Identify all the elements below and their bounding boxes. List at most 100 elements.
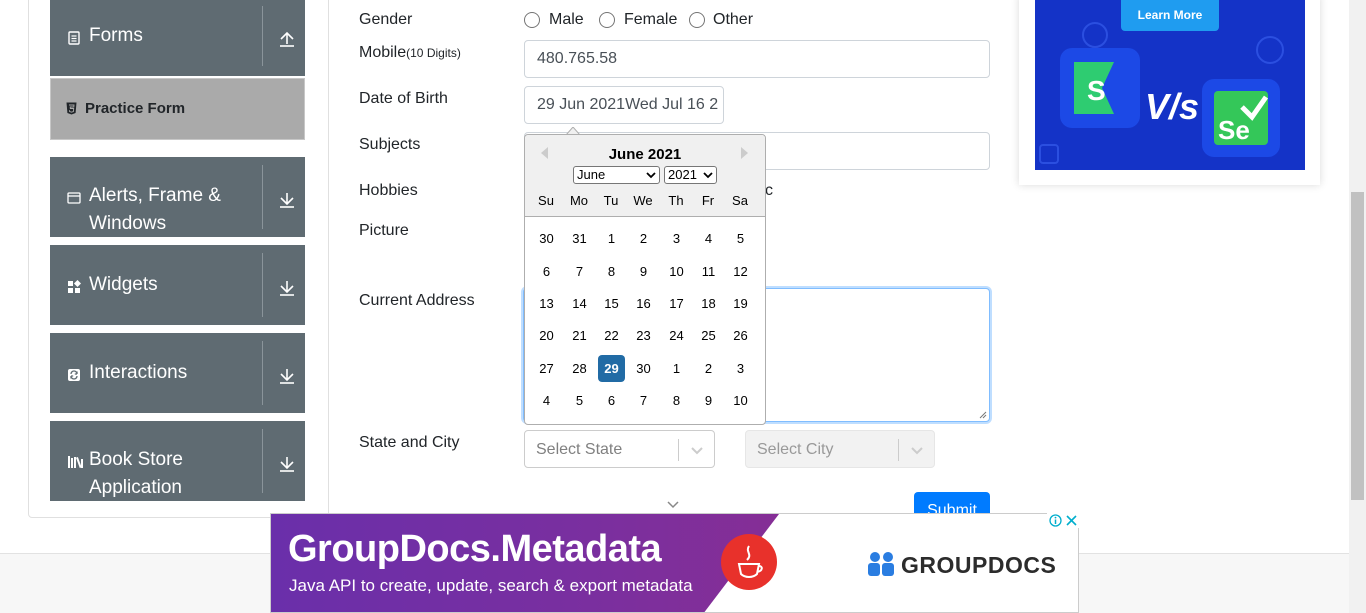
- calendar-day[interactable]: 19: [727, 290, 754, 317]
- calendar-day[interactable]: 9: [630, 258, 657, 285]
- gender-female-label[interactable]: Female: [624, 11, 677, 29]
- date-of-birth-input[interactable]: 29 Jun 2021Wed Jul 16 2: [524, 86, 724, 124]
- select-separator: [678, 439, 679, 461]
- month-select-value: June: [577, 167, 606, 182]
- calendar-day[interactable]: 12: [727, 258, 754, 285]
- java-logo-icon: [721, 534, 777, 590]
- calendar-day[interactable]: 16: [630, 290, 657, 317]
- calendar-day[interactable]: 21: [566, 322, 593, 349]
- calendar-day[interactable]: 17: [663, 290, 690, 317]
- day-name-we: We: [633, 193, 653, 208]
- calendar-day[interactable]: 28: [566, 355, 593, 382]
- calendar-day[interactable]: 7: [566, 258, 593, 285]
- calendar-day[interactable]: 8: [663, 387, 690, 414]
- nav-group-alerts[interactable]: Alerts, Frame & Windows: [50, 157, 305, 237]
- nav-group-widgets[interactable]: Widgets: [50, 245, 305, 325]
- resize-handle-icon[interactable]: [979, 411, 987, 419]
- ad-bottom-title: GroupDocs.Metadata: [288, 528, 662, 570]
- calendar-day[interactable]: 1: [663, 355, 690, 382]
- calendar-day[interactable]: 30: [533, 225, 560, 252]
- chevron-down-icon: [646, 172, 656, 179]
- calendar-day[interactable]: 10: [727, 387, 754, 414]
- next-month-icon[interactable]: [739, 146, 751, 160]
- mobile-input[interactable]: 480.765.58: [524, 40, 990, 78]
- calendar-day[interactable]: 4: [533, 387, 560, 414]
- city-select[interactable]: Select City: [745, 430, 935, 468]
- gender-male-label[interactable]: Male: [549, 11, 584, 29]
- mobile-hint: (10 Digits): [406, 46, 461, 60]
- calendar-day[interactable]: 4: [695, 225, 722, 252]
- scrollbar-thumb[interactable]: [1351, 192, 1364, 500]
- picture-label: Picture: [359, 222, 409, 239]
- calendar-day[interactable]: 20: [533, 322, 560, 349]
- calendar-day[interactable]: 22: [598, 322, 625, 349]
- calendar-day[interactable]: 11: [695, 258, 722, 285]
- gender-female-radio[interactable]: [599, 12, 615, 28]
- calendar-day[interactable]: 8: [598, 258, 625, 285]
- calendar-day[interactable]: 30: [630, 355, 657, 382]
- ad-right-banner[interactable]: Learn More S V/s Se: [1035, 0, 1305, 170]
- nav-group-interactions[interactable]: Interactions: [50, 333, 305, 413]
- calendar-day[interactable]: 6: [533, 258, 560, 285]
- ad-bottom-banner[interactable]: GroupDocs.Metadata Java API to create, u…: [270, 513, 1079, 613]
- nav-group-label: Widgets: [89, 274, 158, 295]
- chevron-down-icon[interactable]: [910, 443, 924, 457]
- learn-more-button[interactable]: Learn More: [1121, 0, 1219, 31]
- month-select[interactable]: June: [573, 166, 660, 184]
- gender-other-radio[interactable]: [689, 12, 705, 28]
- expand-down-icon[interactable]: [278, 279, 296, 297]
- gender-male-radio[interactable]: [524, 12, 540, 28]
- day-name-fr: Fr: [701, 193, 715, 208]
- nav-group-forms[interactable]: Forms: [50, 0, 305, 76]
- gender-other-label[interactable]: Other: [713, 11, 753, 29]
- day-name-su: Su: [538, 193, 554, 208]
- day-name-sa: Sa: [732, 193, 748, 208]
- calendar-day[interactable]: 5: [727, 225, 754, 252]
- calendar-day[interactable]: 6: [598, 387, 625, 414]
- ad-info-icon[interactable]: [1049, 514, 1062, 527]
- calendar-day[interactable]: 1: [598, 225, 625, 252]
- calendar-day[interactable]: 23: [630, 322, 657, 349]
- ad-choices[interactable]: [1047, 513, 1079, 528]
- calendar-day[interactable]: 7: [630, 387, 657, 414]
- calendar-day[interactable]: 3: [727, 355, 754, 382]
- calendar-day[interactable]: 15: [598, 290, 625, 317]
- html5-icon: [66, 102, 77, 115]
- mobile-label-text: Mobile: [359, 44, 407, 61]
- calendar-day[interactable]: 31: [566, 225, 593, 252]
- collapse-up-icon[interactable]: [278, 30, 296, 48]
- menu-item-label: Practice Form: [85, 100, 186, 117]
- calendar-day[interactable]: 24: [663, 322, 690, 349]
- expand-down-icon[interactable]: [278, 367, 296, 385]
- day-name-mo: Mo: [569, 193, 589, 208]
- calendar-day[interactable]: 2: [630, 225, 657, 252]
- books-icon: [68, 456, 83, 469]
- calendar-day[interactable]: 9: [695, 387, 722, 414]
- calendar-day[interactable]: 10: [663, 258, 690, 285]
- calendar-day[interactable]: 5: [566, 387, 593, 414]
- expand-down-icon[interactable]: [278, 455, 296, 473]
- calendar-day[interactable]: 2: [695, 355, 722, 382]
- expand-down-icon[interactable]: [278, 191, 296, 209]
- calendar-day[interactable]: 13: [533, 290, 560, 317]
- close-icon[interactable]: [1065, 514, 1078, 527]
- nav-group-label-line2: Application: [89, 477, 182, 498]
- page-scrollbar[interactable]: [1349, 0, 1366, 613]
- calendar-day[interactable]: 14: [566, 290, 593, 317]
- chevron-down-icon[interactable]: [690, 443, 704, 457]
- state-select[interactable]: Select State: [524, 430, 715, 468]
- current-address-label: Current Address: [359, 292, 475, 309]
- divider: [262, 429, 263, 493]
- calendar-day[interactable]: 26: [727, 322, 754, 349]
- state-city-label: State and City: [359, 434, 460, 451]
- nav-group-book-store[interactable]: Book Store Application: [50, 421, 305, 501]
- calendar-day[interactable]: 3: [663, 225, 690, 252]
- calendar-day[interactable]: 18: [695, 290, 722, 317]
- calendar-day[interactable]: 27: [533, 355, 560, 382]
- subjects-label: Subjects: [359, 136, 421, 153]
- year-select[interactable]: 2021: [664, 166, 717, 184]
- calendar-day-selected[interactable]: 29: [598, 355, 625, 382]
- calendar-day[interactable]: 25: [695, 322, 722, 349]
- datepicker-header: June 2021 June 2021 Su Mo Tu We Th Fr Sa: [525, 135, 765, 217]
- menu-item-practice-form[interactable]: Practice Form: [50, 78, 305, 140]
